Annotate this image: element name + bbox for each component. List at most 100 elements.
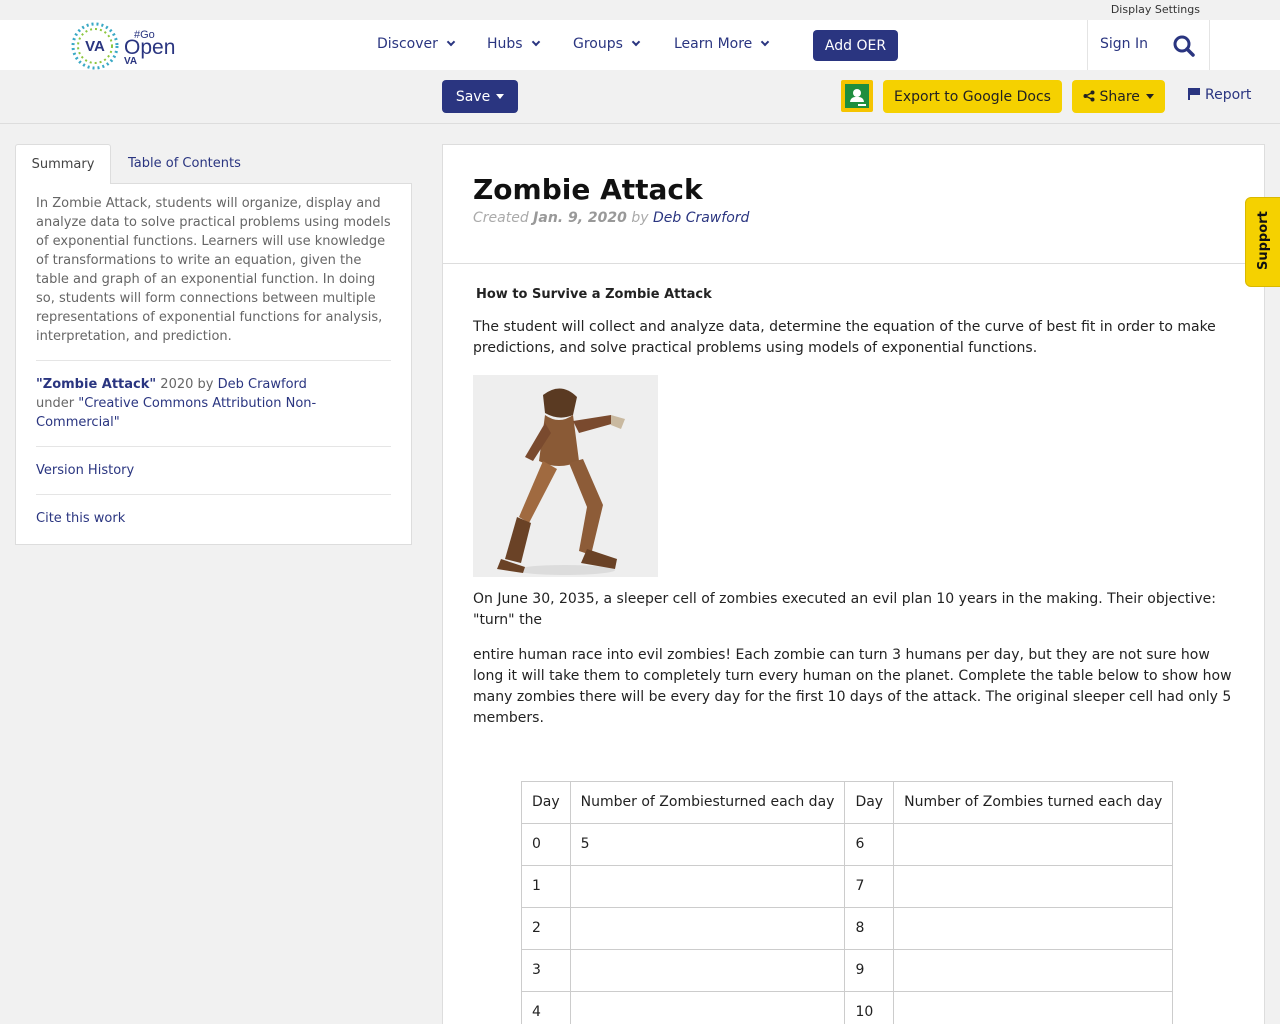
intro-paragraph: The student will collect and analyze dat…: [473, 319, 1216, 356]
attribution-block: "Zombie Attack" 2020 by Deb Crawford und…: [36, 360, 391, 432]
flag-icon: [1188, 88, 1201, 100]
summary-panel: In Zombie Attack, students will organize…: [15, 183, 412, 545]
logo-va-text: VA: [85, 38, 105, 55]
display-settings-link[interactable]: Display Settings: [1111, 3, 1200, 16]
cite-block: Cite this work: [36, 494, 391, 528]
version-history-link[interactable]: Version History: [36, 463, 134, 478]
section-heading: How to Survive a Zombie Attack: [476, 287, 712, 302]
table-cell: 5: [569, 823, 846, 866]
table-row: 1 7: [521, 865, 1174, 908]
sidebar-tabs: Summary Table of Contents: [15, 144, 412, 184]
resource-body: How to Survive a Zombie Attack The stude…: [443, 264, 1264, 1024]
export-google-docs-button[interactable]: Export to Google Docs: [883, 80, 1062, 113]
google-classroom-body: [850, 97, 864, 102]
table-cell: 8: [844, 907, 895, 950]
share-button-label: Share: [1099, 88, 1140, 105]
report-button[interactable]: Report: [1188, 87, 1251, 103]
table-cell: 0: [521, 823, 571, 866]
sign-in-link[interactable]: Sign In: [1100, 36, 1148, 52]
nav-discover-label: Discover: [377, 36, 438, 52]
save-button[interactable]: Save: [442, 80, 518, 113]
table-cell: [893, 865, 1174, 908]
add-oer-button[interactable]: Add OER: [813, 30, 898, 61]
main-navbar: VA #Go Open VA Discover Hubs Groups Lear…: [0, 20, 1280, 70]
license-link[interactable]: "Creative Commons Attribution Non-Commer…: [36, 396, 316, 430]
report-label: Report: [1205, 87, 1252, 103]
created-meta: Created Jan. 9, 2020 by Deb Crawford: [473, 210, 1234, 226]
nav-learn-more[interactable]: Learn More: [674, 36, 770, 52]
table-cell: [569, 949, 846, 992]
story-paragraph-1: On June 30, 2035, a sleeper cell of zomb…: [473, 591, 1216, 628]
resource-content: Zombie Attack Created Jan. 9, 2020 by De…: [442, 144, 1265, 1024]
table-cell: 2: [521, 907, 571, 950]
flag-cloth: [1190, 88, 1200, 95]
save-button-label: Save: [455, 88, 491, 105]
resource-title-link[interactable]: "Zombie Attack": [36, 377, 156, 392]
nav-divider: [1087, 20, 1088, 70]
summary-text: In Zombie Attack, students will organize…: [36, 196, 391, 344]
attribution-author-link[interactable]: Deb Crawford: [218, 377, 307, 392]
table-cell: 3: [521, 949, 571, 992]
table-cell: 4: [521, 991, 571, 1024]
table-row: 2 8: [521, 907, 1174, 950]
table-cell: [893, 991, 1174, 1024]
table-cell: [569, 865, 846, 908]
tab-summary[interactable]: Summary: [15, 144, 111, 184]
attribution-year: 2020 by: [156, 377, 218, 392]
nav-hubs-label: Hubs: [487, 36, 523, 52]
nav-discover[interactable]: Discover: [377, 36, 456, 52]
resource-sidebar: Summary Table of Contents In Zombie Atta…: [15, 144, 412, 546]
version-history-block: Version History: [36, 446, 391, 480]
by-label: by: [626, 210, 653, 226]
zombie-data-table: Day Number of Zombiesturned each day Day…: [521, 781, 1174, 1024]
table-cell: 10: [844, 991, 895, 1024]
story-paragraph-2: entire human race into evil zombies! Eac…: [473, 647, 1232, 726]
google-classroom-bar: [858, 104, 866, 106]
nav-hubs[interactable]: Hubs: [487, 36, 540, 52]
nav-learn-more-label: Learn More: [674, 36, 753, 52]
created-date: Jan. 9, 2020: [533, 210, 627, 226]
table-cell: [893, 823, 1174, 866]
top-strip: Display Settings: [0, 0, 1280, 20]
share-icon: [1083, 90, 1095, 101]
table-header-cell: Day: [844, 781, 895, 824]
table-header-cell: Number of Zombies turned each day: [893, 781, 1174, 824]
table-cell: [893, 949, 1174, 992]
tab-table-of-contents[interactable]: Table of Contents: [128, 144, 241, 184]
table-header-row: Day Number of Zombiesturned each day Day…: [521, 781, 1174, 824]
support-label: Support: [1256, 211, 1271, 270]
author-link[interactable]: Deb Crawford: [653, 210, 749, 226]
attribution-under: under: [36, 396, 79, 411]
google-classroom-icon[interactable]: [841, 80, 873, 112]
resource-header: Zombie Attack Created Jan. 9, 2020 by De…: [443, 145, 1264, 264]
resource-toolbar: Save Export to Google Docs Share Report: [0, 70, 1280, 124]
support-tab[interactable]: Support: [1245, 197, 1280, 287]
chevron-down-icon: [446, 37, 456, 47]
table-row: 3 9: [521, 949, 1174, 992]
nav-groups[interactable]: Groups: [573, 36, 641, 52]
share-button[interactable]: Share: [1072, 80, 1165, 113]
cite-this-work-link[interactable]: Cite this work: [36, 511, 125, 526]
nav-divider: [1209, 20, 1210, 70]
table-header-cell: Day: [521, 781, 571, 824]
table-header-cell: Number of Zombiesturned each day: [569, 781, 846, 824]
chevron-down-icon: [631, 37, 641, 47]
caret-down-icon: [496, 93, 505, 99]
table-cell: [569, 991, 846, 1024]
goopenva-logo[interactable]: VA #Go Open VA: [70, 20, 180, 70]
table-cell: 9: [844, 949, 895, 992]
logo-va-small-text: VA: [124, 56, 137, 67]
google-classroom-head: [853, 89, 861, 97]
zombie-image: [473, 375, 658, 577]
chevron-down-icon: [761, 37, 770, 47]
table-cell: [893, 907, 1174, 950]
table-row: 4 10: [521, 991, 1174, 1024]
created-label: Created: [473, 210, 534, 226]
table-cell: 7: [844, 865, 895, 908]
caret-down-icon: [1145, 93, 1154, 99]
search-icon[interactable]: [1172, 34, 1196, 58]
table-cell: 6: [844, 823, 895, 866]
page-title: Zombie Attack: [473, 173, 703, 206]
table-cell: 1: [521, 865, 571, 908]
chevron-down-icon: [531, 37, 540, 47]
